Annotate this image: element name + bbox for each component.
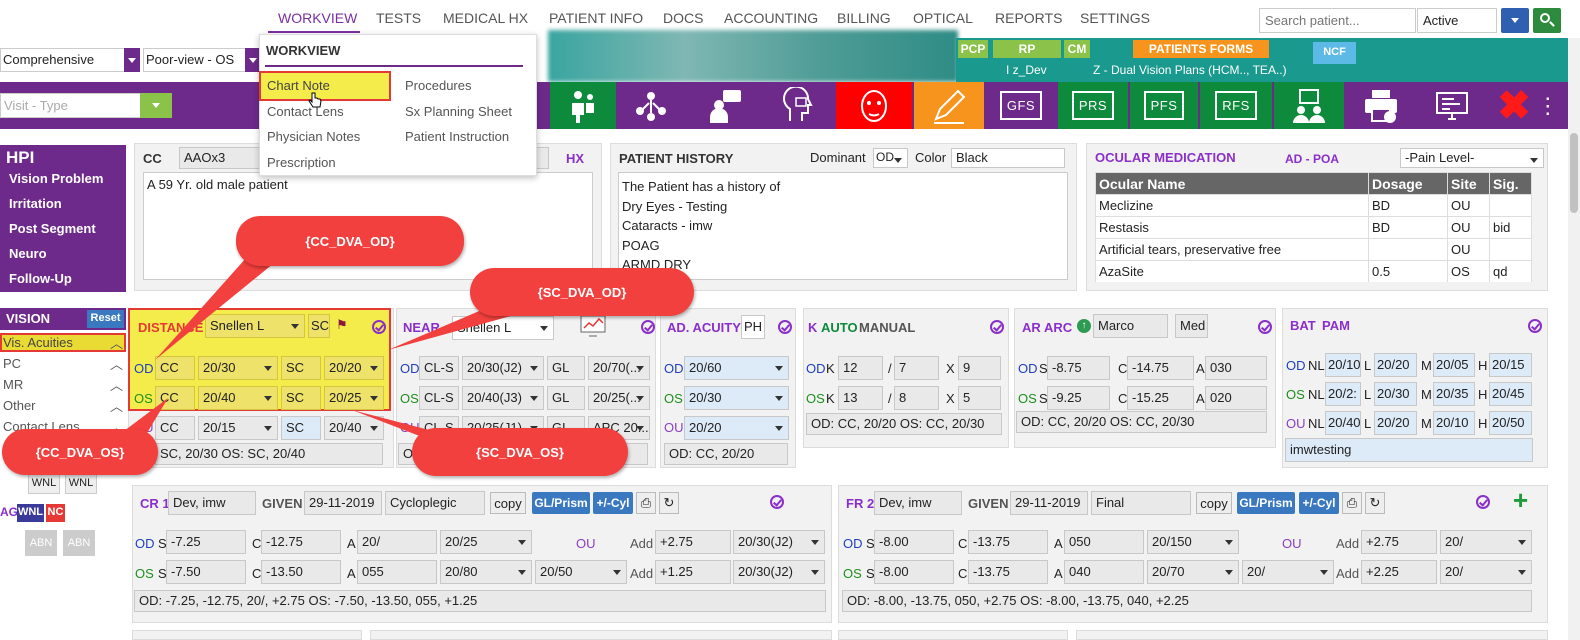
callout-sc-dva-od: {SC_DVA_OD} xyxy=(470,268,694,316)
callout-cc-dva-od: {CC_DVA_OD} xyxy=(236,216,464,266)
callout-sc-dva-os: {SC_DVA_OS} xyxy=(412,428,628,476)
callout-pointers xyxy=(112,248,525,448)
callout-cc-dva-os: {CC_DVA_OS} xyxy=(2,429,158,475)
